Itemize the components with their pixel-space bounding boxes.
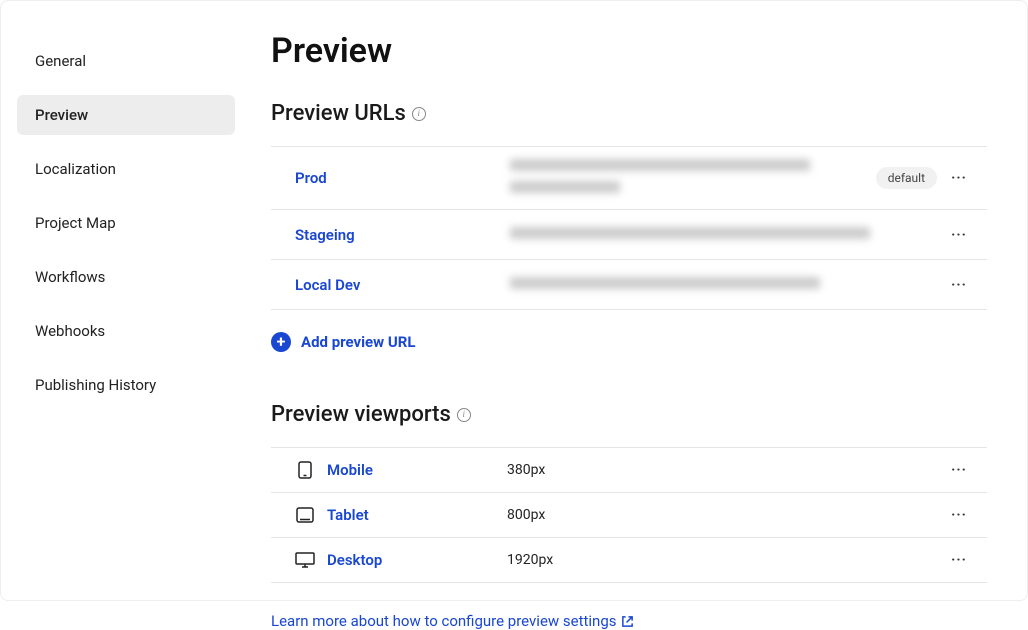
viewport-name[interactable]: Tablet: [327, 506, 507, 524]
viewport-name[interactable]: Desktop: [327, 551, 507, 569]
preview-url-value: [510, 227, 947, 243]
info-icon[interactable]: i: [412, 107, 426, 121]
preview-url-row: Prod default ···: [271, 147, 987, 210]
more-actions-button[interactable]: ···: [947, 458, 971, 482]
sidebar-item-workflows[interactable]: Workflows: [17, 257, 235, 297]
preview-viewports-heading-text: Preview viewports: [271, 402, 451, 427]
preview-url-name[interactable]: Stageing: [295, 226, 510, 244]
preview-url-value: [510, 277, 947, 293]
page-title: Preview: [271, 31, 987, 71]
viewport-row: Tablet 800px ···: [271, 493, 987, 538]
more-actions-button[interactable]: ···: [947, 273, 971, 297]
preview-url-name[interactable]: Prod: [295, 169, 510, 187]
sidebar-item-publishing-history[interactable]: Publishing History: [17, 365, 235, 405]
more-actions-button[interactable]: ···: [947, 503, 971, 527]
preview-url-row: Stageing ···: [271, 210, 987, 260]
tablet-icon: [295, 507, 315, 523]
more-actions-button[interactable]: ···: [947, 166, 971, 190]
mobile-icon: [295, 461, 315, 479]
add-preview-url-button[interactable]: + Add preview URL: [271, 332, 987, 352]
plus-icon: +: [271, 332, 291, 352]
info-icon[interactable]: i: [457, 408, 471, 422]
preview-url-name[interactable]: Local Dev: [295, 276, 510, 294]
external-link-icon: [621, 615, 634, 628]
viewport-size: 1920px: [507, 552, 553, 568]
viewport-table: Mobile 380px ··· Tablet 800px ···: [271, 447, 987, 583]
preview-urls-heading-text: Preview URLs: [271, 101, 406, 126]
viewport-row: Desktop 1920px ···: [271, 538, 987, 583]
preview-url-row: Local Dev ···: [271, 260, 987, 310]
preview-urls-heading: Preview URLs i: [271, 101, 987, 126]
main-content: Preview Preview URLs i Prod default ···: [251, 1, 1027, 600]
more-actions-button[interactable]: ···: [947, 548, 971, 572]
preview-urls-table: Prod default ··· Stageing: [271, 146, 987, 310]
sidebar-item-project-map[interactable]: Project Map: [17, 203, 235, 243]
sidebar-item-general[interactable]: General: [17, 41, 235, 81]
default-badge: default: [876, 167, 937, 189]
sidebar-item-localization[interactable]: Localization: [17, 149, 235, 189]
preview-viewports-heading: Preview viewports i: [271, 402, 987, 427]
sidebar-item-webhooks[interactable]: Webhooks: [17, 311, 235, 351]
desktop-icon: [295, 552, 315, 568]
learn-more-link[interactable]: Learn more about how to configure previe…: [271, 612, 634, 630]
more-actions-button[interactable]: ···: [947, 223, 971, 247]
preview-url-value: [510, 159, 876, 197]
app-container: General Preview Localization Project Map…: [0, 0, 1028, 601]
sidebar: General Preview Localization Project Map…: [1, 1, 251, 600]
viewport-row: Mobile 380px ···: [271, 448, 987, 493]
add-preview-url-label: Add preview URL: [301, 333, 416, 351]
learn-more-text: Learn more about how to configure previe…: [271, 612, 617, 630]
sidebar-item-preview[interactable]: Preview: [17, 95, 235, 135]
viewport-size: 800px: [507, 507, 545, 523]
viewport-size: 380px: [507, 462, 545, 478]
viewport-name[interactable]: Mobile: [327, 461, 507, 479]
